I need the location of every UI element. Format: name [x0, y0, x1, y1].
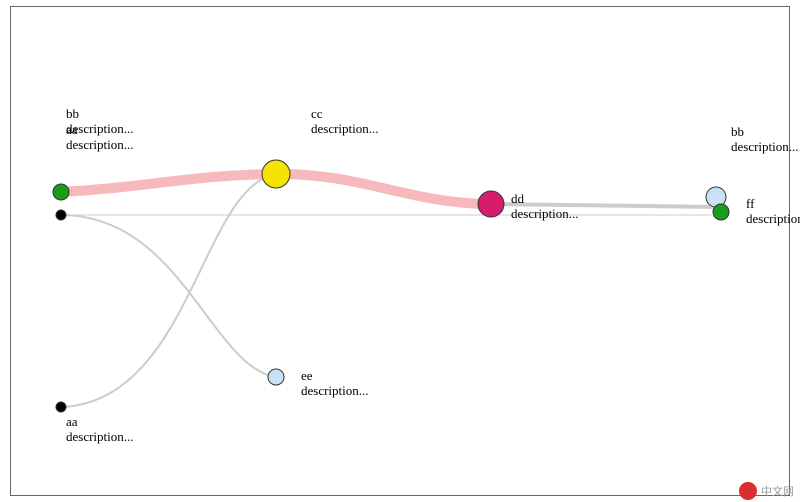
- label-title: aa: [66, 123, 134, 138]
- label-cc: ccdescription...: [311, 107, 379, 137]
- label-bb_r: bbdescription...: [731, 125, 799, 155]
- label-desc: description...: [746, 212, 800, 227]
- label-dd: dddescription...: [511, 192, 579, 222]
- edge-2: [61, 174, 276, 407]
- node-dd[interactable]: [478, 191, 504, 217]
- label-title: aa: [66, 415, 134, 430]
- label-desc: description...: [731, 140, 799, 155]
- label-desc: description...: [301, 384, 369, 399]
- label-title: bb: [731, 125, 799, 140]
- node-ee[interactable]: [268, 369, 284, 385]
- node-blk1[interactable]: [56, 210, 66, 220]
- logo-icon: [739, 482, 757, 500]
- label-desc: description...: [311, 122, 379, 137]
- node-bb_top[interactable]: [53, 184, 69, 200]
- label-title: dd: [511, 192, 579, 207]
- label-desc: description...: [66, 138, 134, 153]
- label-ee: eedescription...: [301, 369, 369, 399]
- node-aa_bot[interactable]: [56, 402, 66, 412]
- node-grn_r[interactable]: [713, 204, 729, 220]
- label-title: ee: [301, 369, 369, 384]
- label-title: cc: [311, 107, 379, 122]
- label-desc: description...: [66, 430, 134, 445]
- label-aa_bot: aadescription...: [66, 415, 134, 445]
- edge-1: [61, 215, 276, 377]
- label-title: bb: [66, 107, 134, 122]
- label-aa_top: aadescription...: [66, 123, 134, 153]
- label-title: ff: [746, 197, 800, 212]
- label-grn_r: ffdescription...: [746, 197, 800, 227]
- diagram-frame: bbdescription...aadescription...ccdescri…: [10, 6, 790, 496]
- watermark: 中文网: [739, 482, 794, 500]
- node-cc[interactable]: [262, 160, 290, 188]
- label-desc: description...: [511, 207, 579, 222]
- watermark-text: 中文网: [761, 483, 794, 499]
